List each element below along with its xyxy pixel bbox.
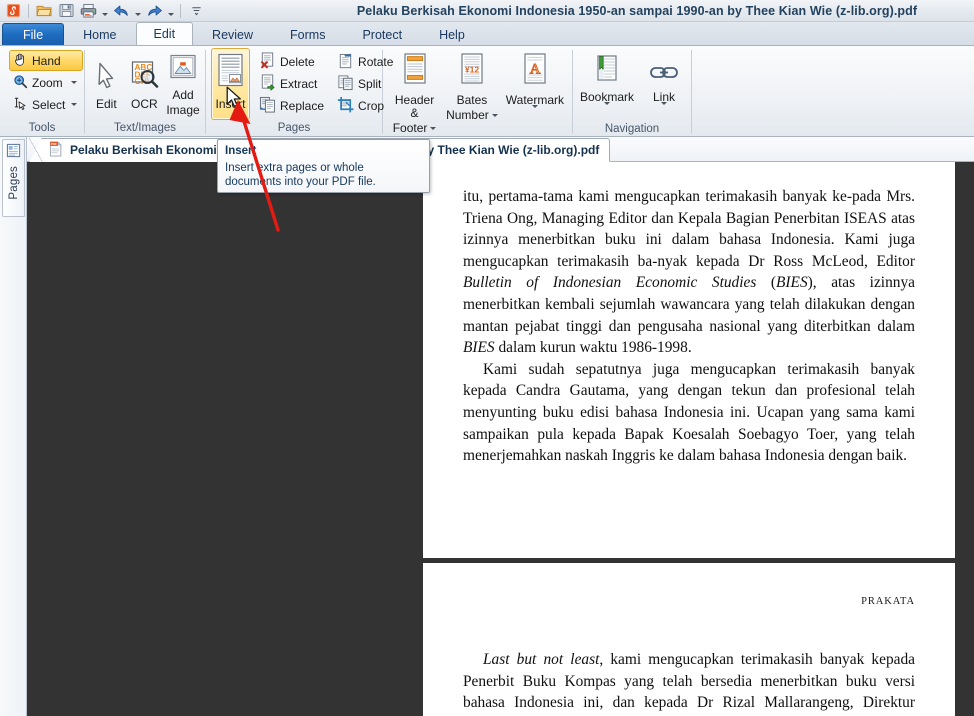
split-pages-label: Split xyxy=(358,77,382,91)
hand-tool-button[interactable]: Hand xyxy=(9,50,83,71)
replace-pages-button[interactable]: Replace xyxy=(256,96,330,117)
bates-number-icon: ¥12 xyxy=(458,53,486,92)
header-footer-label-2: Footer xyxy=(392,121,428,135)
ribbon-group-text-images: Edit ABC DEF GHI OCR Add Image Text/Imag… xyxy=(85,46,205,136)
group-label-text-images: Text/Images xyxy=(114,122,176,134)
tab-home[interactable]: Home xyxy=(65,23,134,45)
link-caret-icon[interactable] xyxy=(661,102,667,119)
extract-pages-button[interactable]: Extract xyxy=(256,74,330,95)
ribbon-group-page-marks: Header & Footer ¥12 Bates Number A Water… xyxy=(383,46,572,151)
tooltip-body: Insert extra pages or whole documents in… xyxy=(225,162,376,188)
link-icon xyxy=(649,62,679,89)
tab-protect[interactable]: Protect xyxy=(344,23,420,45)
bookmark-caret-icon[interactable] xyxy=(604,102,610,119)
bates-number-caret-icon[interactable] xyxy=(491,114,498,117)
header-footer-caret-icon[interactable] xyxy=(430,127,437,130)
header-footer-label-1: Header & xyxy=(394,93,435,120)
pages-side-rail: Pages xyxy=(0,137,27,716)
header-footer-icon xyxy=(401,53,429,92)
pdf-page-next: PRAKATA Last but not least, kami menguca… xyxy=(423,563,955,716)
title-bar: Pelaku Berkisah Ekonomi Indonesia 1950-a… xyxy=(0,0,974,22)
insert-tooltip: Insert Insert extra pages or whole docum… xyxy=(217,139,430,193)
extract-pages-label: Extract xyxy=(280,77,318,91)
bates-icon-text: ¥12 xyxy=(465,65,480,75)
document-paragraph-1: itu, pertama-tama kami mengucapkan terim… xyxy=(463,188,915,357)
hand-icon xyxy=(13,52,28,70)
document-running-head: PRAKATA xyxy=(861,596,915,607)
window-title: Pelaku Berkisah Ekonomi Indonesia 1950-a… xyxy=(356,3,918,18)
group-label-navigation: Navigation xyxy=(604,123,660,135)
select-dropdown-caret-icon[interactable] xyxy=(71,103,77,106)
pdf-file-icon: PDF xyxy=(48,140,63,160)
zoom-tool-button[interactable]: Zoom xyxy=(9,72,83,93)
add-image-button[interactable]: Add Image xyxy=(163,50,202,120)
watermark-caret-icon[interactable] xyxy=(531,105,538,122)
cursor-arrow-icon xyxy=(90,59,122,96)
group-label-pages: Pages xyxy=(277,122,311,134)
zoom-icon xyxy=(13,74,28,92)
bates-number-label-2: Number xyxy=(446,108,489,122)
delete-page-icon xyxy=(259,52,276,72)
group-label-tools: Tools xyxy=(28,122,56,134)
watermark-icon: A xyxy=(521,53,549,92)
tab-forms[interactable]: Forms xyxy=(272,23,343,45)
svg-text:PDF: PDF xyxy=(51,142,57,146)
application-window: Pelaku Berkisah Ekonomi Indonesia 1950-a… xyxy=(0,0,974,716)
crop-icon xyxy=(337,96,354,116)
ribbon-group-navigation: Bookmark Link Navigation xyxy=(573,46,691,136)
edit-button[interactable]: Edit xyxy=(87,55,125,114)
sidebar-tab-pages[interactable]: Pages xyxy=(2,139,25,217)
crop-pages-label: Crop xyxy=(358,99,385,113)
document-next-paragraph-1: Last but not least, kami mengucapkan ter… xyxy=(463,651,915,716)
select-tool-button[interactable]: Select xyxy=(9,94,83,115)
zoom-dropdown-caret-icon[interactable] xyxy=(71,81,77,84)
work-area: Pages PDF Pelaku Berkisah Ekonomi Indone… xyxy=(0,137,974,716)
group-separator-5 xyxy=(691,50,692,134)
pages-panel-icon xyxy=(6,143,21,163)
header-footer-button[interactable]: Header & Footer xyxy=(388,49,441,138)
zoom-tool-label: Zoom xyxy=(32,75,63,90)
sidebar-tab-pages-label: Pages xyxy=(7,166,20,200)
link-button[interactable]: Link xyxy=(642,50,686,122)
tooltip-title: Insert xyxy=(225,145,257,157)
pdf-page-current: itu, pertama-tama kami mengucapkan terim… xyxy=(423,162,955,558)
tab-review[interactable]: Review xyxy=(194,23,271,45)
ribbon-group-tools: Hand Zoom Select Tools xyxy=(0,46,84,136)
delete-pages-label: Delete xyxy=(280,55,315,69)
extract-page-icon xyxy=(259,74,276,94)
replace-page-icon xyxy=(259,96,276,116)
hand-tool-label: Hand xyxy=(32,53,61,68)
select-tool-label: Select xyxy=(32,97,66,112)
pdf-viewport[interactable]: itu, pertama-tama kami mengucapkan terim… xyxy=(27,162,974,716)
tab-help[interactable]: Help xyxy=(421,23,483,45)
bookmark-button[interactable]: Bookmark xyxy=(578,50,636,122)
insert-button-label: Insert xyxy=(215,97,246,111)
document-tab-bar: PDF Pelaku Berkisah Ekonomi Indonesia 19… xyxy=(27,137,974,164)
rotate-page-icon xyxy=(337,52,354,72)
tab-file[interactable]: File xyxy=(2,23,65,45)
bates-number-button[interactable]: ¥12 Bates Number xyxy=(443,49,501,125)
bates-number-label-1: Bates xyxy=(456,93,488,107)
insert-page-icon xyxy=(214,53,247,96)
replace-pages-label: Replace xyxy=(280,99,325,113)
ribbon-tab-strip: File Home Edit Review Forms Protect Help xyxy=(0,22,974,46)
watermark-icon-text: A xyxy=(529,62,540,78)
delete-pages-button[interactable]: Delete xyxy=(256,52,330,73)
document-paragraph-2: Kami sudah sepatutnya juga mengucapkan t… xyxy=(463,360,915,465)
add-image-button-label-1: Add xyxy=(172,87,194,102)
edit-button-label: Edit xyxy=(95,97,117,111)
ocr-button-label: OCR xyxy=(130,97,158,111)
insert-button[interactable]: Insert xyxy=(211,48,250,120)
add-image-icon xyxy=(168,54,198,87)
ribbon: Hand Zoom Select Tools Edit ABC DEF GHI … xyxy=(0,46,974,151)
tab-edit[interactable]: Edit xyxy=(135,22,194,45)
bookmark-icon xyxy=(593,54,621,89)
ocr-icon: ABC DEF GHI xyxy=(128,59,160,96)
split-page-icon xyxy=(337,74,354,94)
ocr-button[interactable]: ABC DEF GHI OCR xyxy=(125,55,163,114)
add-image-button-label-2: Image xyxy=(166,102,200,117)
ribbon-group-pages: Insert Delete Rotate Extract Split Repla… xyxy=(206,46,393,136)
watermark-button[interactable]: A Watermark xyxy=(503,49,567,125)
select-icon xyxy=(13,96,28,114)
